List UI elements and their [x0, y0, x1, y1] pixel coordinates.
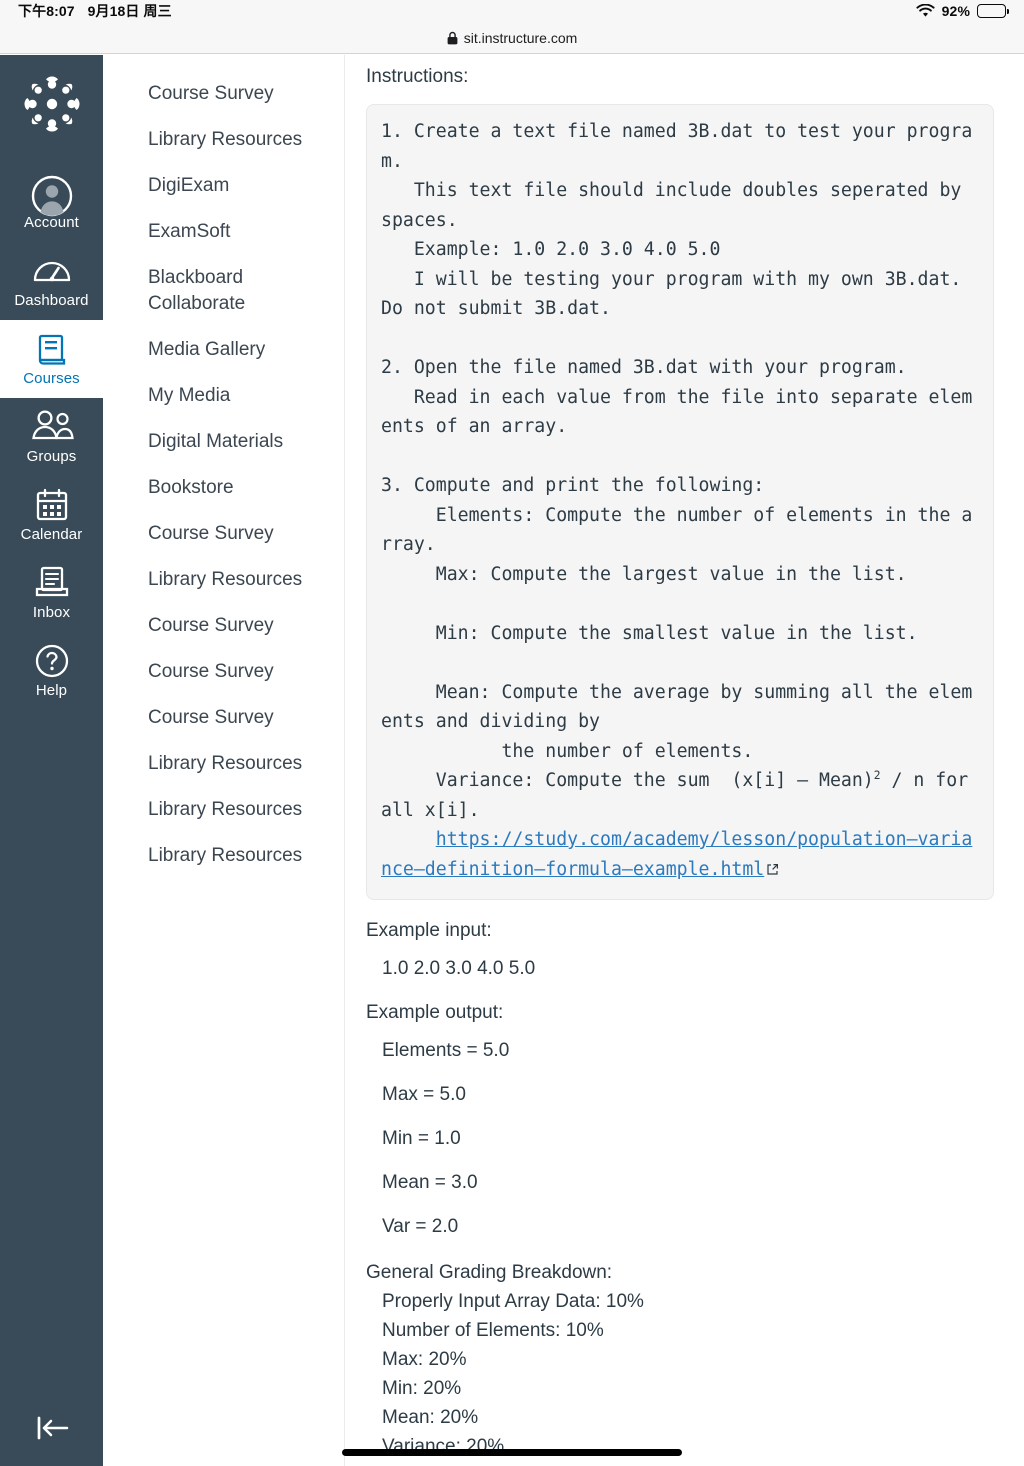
- ios-status-bar: 下午8:07 9月18日 周三 92%: [0, 0, 1024, 22]
- population-variance-link[interactable]: https://study.com/academy/lesson/populat…: [381, 829, 972, 880]
- course-nav-item[interactable]: DigiExam: [103, 163, 344, 209]
- grading-breakdown-item: Variance: 20%: [382, 1436, 505, 1457]
- global-nav-item-groups[interactable]: Groups: [0, 398, 103, 476]
- global-navigation: Account Dashboard Courses Groups Calenda…: [0, 55, 103, 1466]
- lock-icon: [447, 31, 458, 45]
- wifi-icon: [916, 4, 935, 18]
- course-nav-item[interactable]: Library Resources: [103, 741, 344, 787]
- example-output-line: Min = 1.0: [382, 1128, 461, 1149]
- question-mark-circle-icon: [34, 643, 70, 678]
- instructions-code-block: 1. Create a text file named 3B.dat to te…: [366, 104, 994, 900]
- example-output-line: Mean = 3.0: [382, 1172, 478, 1193]
- grading-breakdown-heading: General Grading Breakdown:: [366, 1262, 613, 1283]
- course-nav-item[interactable]: Library Resources: [103, 787, 344, 833]
- course-nav-item[interactable]: Course Survey: [103, 511, 344, 557]
- global-nav-label: Courses: [23, 370, 80, 387]
- course-nav-item[interactable]: Media Gallery: [103, 327, 344, 373]
- course-nav-item[interactable]: ExamSoft: [103, 209, 344, 255]
- global-nav-item-dashboard[interactable]: Dashboard: [0, 242, 103, 320]
- people-icon: [29, 409, 75, 443]
- speedometer-icon: [31, 253, 73, 287]
- course-nav-item[interactable]: Course Survey: [103, 649, 344, 695]
- status-bar-right: 92%: [916, 3, 1009, 19]
- grading-breakdown-item: Min: 20%: [382, 1378, 462, 1399]
- global-nav-label: Inbox: [32, 604, 71, 621]
- grading-breakdown-item: Number of Elements: 10%: [382, 1320, 604, 1341]
- address-bar-url: sit.instructure.com: [463, 29, 578, 46]
- home-indicator: [342, 1449, 682, 1456]
- global-nav-item-help[interactable]: Help: [0, 632, 103, 710]
- example-output-line: Max = 5.0: [382, 1084, 466, 1105]
- course-nav-item[interactable]: Course Survey: [103, 603, 344, 649]
- status-bar-left: 下午8:07 9月18日 周三: [18, 1, 172, 21]
- course-nav-item[interactable]: Bookstore: [103, 465, 344, 511]
- book-icon: [33, 331, 71, 365]
- course-nav-item[interactable]: Course Survey: [103, 71, 344, 117]
- global-nav-label: Help: [35, 682, 68, 699]
- instructions-text: 1. Create a text file named 3B.dat to te…: [381, 117, 979, 885]
- battery-percent-label: 92%: [941, 3, 970, 19]
- global-nav-item-inbox[interactable]: Inbox: [0, 554, 103, 632]
- collapse-left-icon[interactable]: [0, 1412, 103, 1466]
- instructions-heading: Instructions:: [366, 66, 469, 87]
- course-nav-item[interactable]: Blackboard Collaborate: [103, 255, 344, 327]
- user-avatar-icon: [31, 175, 73, 217]
- browser-address-bar[interactable]: sit.instructure.com: [0, 22, 1024, 54]
- course-nav-item[interactable]: Library Resources: [103, 833, 344, 879]
- grading-breakdown-item: Mean: 20%: [382, 1407, 479, 1428]
- assignment-content: Instructions: 1. Create a text file name…: [345, 55, 1024, 1466]
- grading-breakdown-item: Properly Input Array Data: 10%: [382, 1291, 644, 1312]
- example-output-line: Var = 2.0: [382, 1216, 459, 1237]
- battery-icon: [977, 4, 1009, 18]
- example-input-heading: Example input:: [366, 920, 492, 941]
- status-bar-date: 9月18日 周三: [87, 3, 172, 19]
- external-link-icon: [766, 856, 779, 886]
- example-input-value: 1.0 2.0 3.0 4.0 5.0: [382, 958, 536, 979]
- canvas-logo-icon[interactable]: [19, 71, 85, 142]
- global-nav-label: Calendar: [20, 526, 83, 543]
- variance-exponent: 2: [873, 768, 881, 782]
- global-nav-label: Account: [24, 214, 79, 231]
- address-bar-chip[interactable]: sit.instructure.com: [447, 29, 578, 46]
- global-nav-item-calendar[interactable]: Calendar: [0, 476, 103, 554]
- status-bar-time: 下午8:07: [18, 3, 75, 19]
- global-nav-item-account[interactable]: Account: [0, 164, 103, 242]
- inbox-tray-icon: [33, 565, 71, 599]
- global-nav-item-courses[interactable]: Courses: [0, 320, 103, 398]
- course-nav-item[interactable]: My Media: [103, 373, 344, 419]
- instructions-body-part1: 1. Create a text file named 3B.dat to te…: [381, 121, 973, 791]
- global-nav-label: Groups: [26, 448, 77, 465]
- example-output-line: Elements = 5.0: [382, 1040, 510, 1061]
- calendar-icon: [33, 487, 71, 521]
- example-output-heading: Example output:: [366, 1002, 504, 1023]
- course-nav-item[interactable]: Library Resources: [103, 117, 344, 163]
- course-nav-item[interactable]: Course Survey: [103, 695, 344, 741]
- grading-breakdown-item: Max: 20%: [382, 1349, 467, 1370]
- global-nav-label: Dashboard: [14, 292, 89, 309]
- course-nav-item[interactable]: Library Resources: [103, 557, 344, 603]
- course-navigation-menu: Course Survey Library Resources DigiExam…: [103, 55, 345, 1466]
- course-nav-item[interactable]: Digital Materials: [103, 419, 344, 465]
